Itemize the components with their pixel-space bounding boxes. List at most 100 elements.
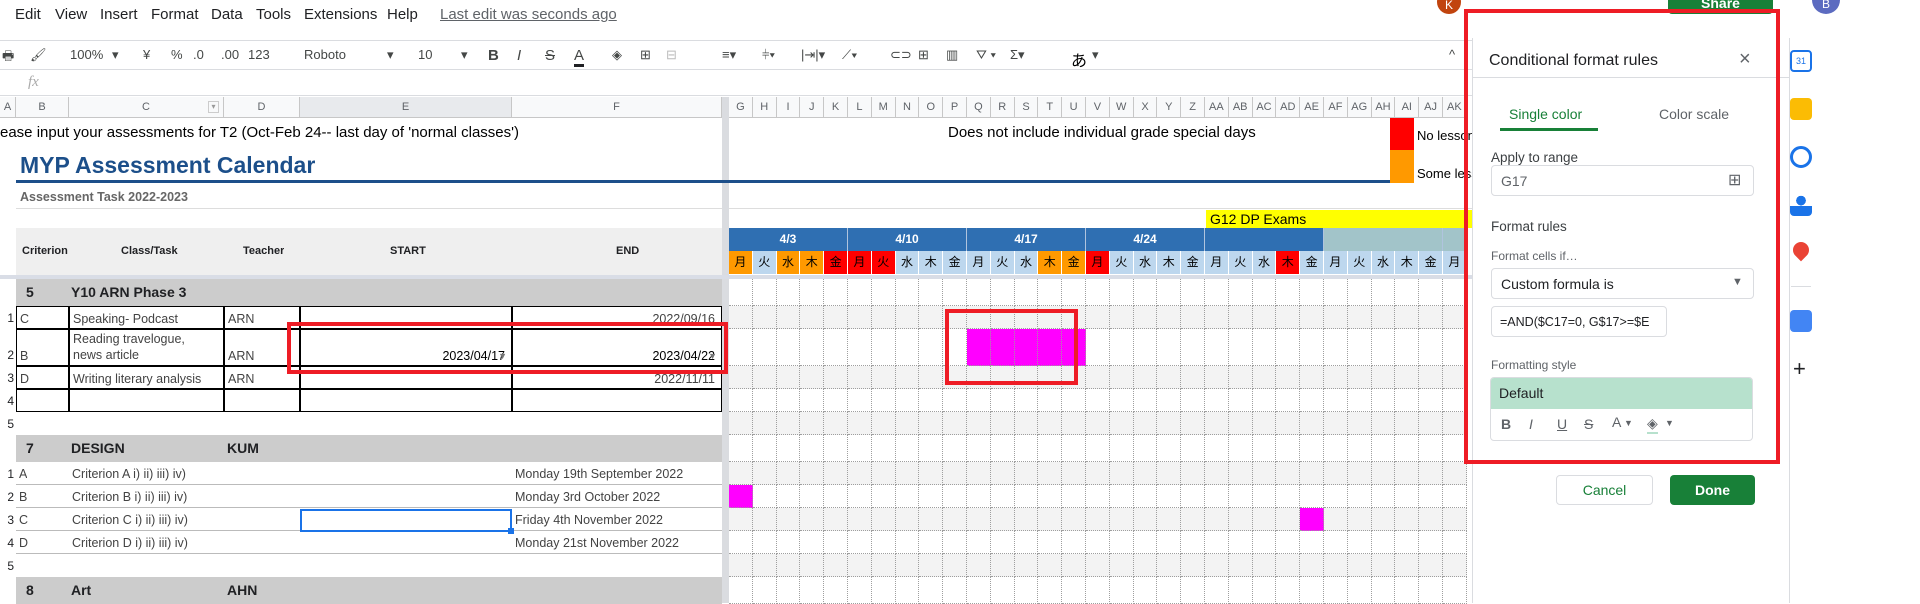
calendar-cell[interactable] xyxy=(1228,279,1253,306)
calendar-cell[interactable] xyxy=(1228,508,1253,531)
calendar-cell[interactable] xyxy=(1109,306,1134,329)
criterion-cell[interactable] xyxy=(16,389,69,412)
criterion-cell[interactable]: C xyxy=(16,306,69,329)
paint-format-icon[interactable]: 🖌 xyxy=(30,47,47,63)
filter-icon[interactable]: ⛛ ▾ xyxy=(976,47,996,63)
user-avatar[interactable]: K xyxy=(1437,0,1461,14)
calendar-cell[interactable] xyxy=(848,389,872,412)
fill-color-icon[interactable]: ◈ xyxy=(612,47,622,63)
calendar-cell[interactable] xyxy=(1443,462,1467,485)
calendar-cell[interactable] xyxy=(1276,389,1301,412)
calendar-cell[interactable] xyxy=(1038,389,1063,412)
end-cell[interactable] xyxy=(512,389,722,412)
start-cell[interactable] xyxy=(300,306,512,329)
calendar-cell[interactable] xyxy=(1443,531,1467,554)
calendar-cell[interactable] xyxy=(1062,306,1086,329)
calendar-cell[interactable] xyxy=(871,435,896,462)
calendar-cell[interactable] xyxy=(848,366,872,389)
calendar-cell[interactable] xyxy=(967,412,991,435)
calendar-cell[interactable] xyxy=(1205,412,1229,435)
calendar-cell[interactable] xyxy=(1205,306,1229,329)
calendar-cell[interactable] xyxy=(1062,412,1086,435)
calendar-cell[interactable] xyxy=(1157,389,1182,412)
highlighted-cell[interactable] xyxy=(1062,329,1086,366)
calendar-cell[interactable] xyxy=(990,554,1015,577)
calendar-cell[interactable] xyxy=(800,412,825,435)
calendar-cell[interactable] xyxy=(800,306,825,329)
teacher-cell[interactable] xyxy=(224,508,300,531)
calendar-cell[interactable] xyxy=(1181,366,1205,389)
calendar-cell[interactable] xyxy=(895,531,920,554)
calendar-cell[interactable] xyxy=(895,366,920,389)
calendar-cell[interactable] xyxy=(919,412,944,435)
calendar-cell[interactable] xyxy=(1181,485,1205,508)
start-cell[interactable] xyxy=(300,366,512,389)
start-cell[interactable] xyxy=(300,389,512,412)
calendar-cell[interactable] xyxy=(1395,508,1420,531)
calendar-cell[interactable] xyxy=(752,577,777,604)
calendar-cell[interactable] xyxy=(776,435,801,462)
calendar-cell[interactable] xyxy=(1157,435,1182,462)
teacher-cell[interactable]: ARN xyxy=(224,366,300,389)
calendar-cell[interactable] xyxy=(943,389,967,412)
calendar-cell[interactable] xyxy=(1157,279,1182,306)
calendar-cell[interactable] xyxy=(1300,577,1324,604)
calendar-cell[interactable] xyxy=(824,508,848,531)
calendar-cell[interactable] xyxy=(895,435,920,462)
calendar-cell[interactable] xyxy=(1109,279,1134,306)
calendar-cell[interactable] xyxy=(1395,279,1420,306)
col-header-aa[interactable]: AA xyxy=(1205,97,1229,118)
calendar-cell[interactable] xyxy=(1181,577,1205,604)
calendar-cell[interactable] xyxy=(1086,329,1110,366)
calendar-cell[interactable] xyxy=(1133,329,1158,366)
calendar-cell[interactable] xyxy=(776,577,801,604)
zoom-select[interactable]: 100% xyxy=(70,47,103,62)
calendar-cell[interactable] xyxy=(1443,389,1467,412)
font-select[interactable]: Roboto xyxy=(304,47,346,62)
calendar-cell[interactable] xyxy=(1062,279,1086,306)
calendar-cell[interactable] xyxy=(824,366,848,389)
menu-edit[interactable]: Edit xyxy=(15,6,41,23)
calendar-cell[interactable] xyxy=(919,306,944,329)
calendar-cell[interactable] xyxy=(776,366,801,389)
calendar-cell[interactable] xyxy=(1205,366,1229,389)
calendar-cell[interactable] xyxy=(1443,577,1467,604)
calendar-cell[interactable] xyxy=(1062,366,1086,389)
calendar-cell[interactable] xyxy=(1109,531,1134,554)
calendar-cell[interactable] xyxy=(1228,485,1253,508)
calendar-cell[interactable] xyxy=(919,279,944,306)
calendar-cell[interactable] xyxy=(1228,531,1253,554)
maps-icon[interactable] xyxy=(1789,238,1813,262)
calendar-cell[interactable] xyxy=(1252,508,1277,531)
calendar-cell[interactable] xyxy=(1252,554,1277,577)
teacher-cell[interactable]: ARN xyxy=(224,306,300,329)
calendar-cell[interactable] xyxy=(943,554,967,577)
percent-button[interactable]: % xyxy=(171,47,183,62)
calendar-cell[interactable] xyxy=(1038,306,1063,329)
calendar-cell[interactable] xyxy=(1252,279,1277,306)
calendar-cell[interactable] xyxy=(1347,485,1372,508)
calendar-cell[interactable] xyxy=(1038,366,1063,389)
calendar-cell[interactable] xyxy=(1109,329,1134,366)
calendar-cell[interactable] xyxy=(1371,554,1396,577)
col-header-t[interactable]: T xyxy=(1038,97,1063,118)
calendar-cell[interactable] xyxy=(1443,508,1467,531)
calendar-cell[interactable] xyxy=(1371,412,1396,435)
calendar-cell[interactable] xyxy=(943,531,967,554)
highlighted-cell[interactable] xyxy=(1038,329,1063,366)
calendar-cell[interactable] xyxy=(1252,577,1277,604)
calendar-cell[interactable] xyxy=(1371,508,1396,531)
calendar-cell[interactable] xyxy=(1062,554,1086,577)
calendar-cell[interactable] xyxy=(800,366,825,389)
calendar-cell[interactable] xyxy=(1347,531,1372,554)
calendar-cell[interactable] xyxy=(990,389,1015,412)
calendar-cell[interactable] xyxy=(1014,485,1039,508)
calendar-cell[interactable] xyxy=(1086,306,1110,329)
borders-icon[interactable]: ⊞ xyxy=(640,47,651,63)
col-header-j[interactable]: J xyxy=(800,97,825,118)
col-header-h[interactable]: H xyxy=(752,97,777,118)
calendar-cell[interactable] xyxy=(967,554,991,577)
calendar-cell[interactable] xyxy=(824,435,848,462)
calendar-cell[interactable] xyxy=(895,508,920,531)
calendar-cell[interactable] xyxy=(1395,554,1420,577)
